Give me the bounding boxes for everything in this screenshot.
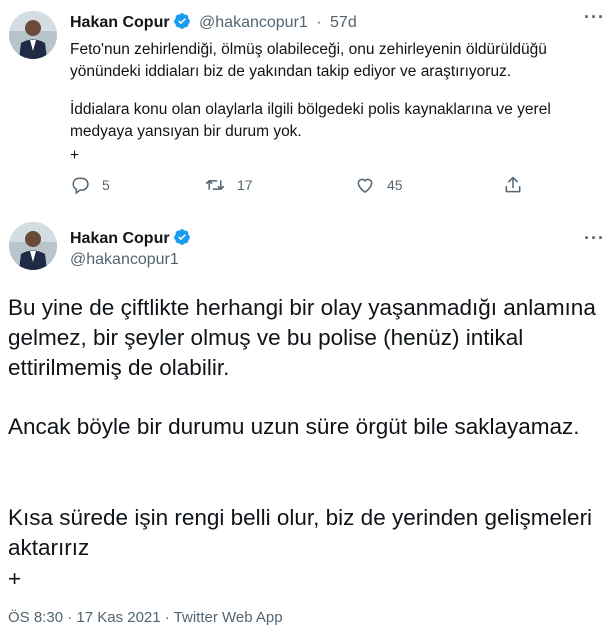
like-button[interactable]: 45 — [355, 175, 403, 195]
author-avatar[interactable] — [9, 11, 57, 59]
author-name[interactable]: Hakan Copur — [70, 230, 170, 247]
more-options-icon[interactable]: ··· — [584, 8, 605, 26]
separator-dot: · — [316, 14, 322, 31]
retweet-button[interactable]: 17 — [205, 175, 253, 195]
reply-count: 5 — [102, 177, 110, 193]
author-handle[interactable]: @hakancopur1 — [70, 251, 179, 269]
tweet-text-paragraph: Bu yine de çiftlikte herhangi bir olay y… — [8, 295, 596, 380]
author-avatar[interactable] — [9, 222, 57, 270]
verified-badge-icon — [173, 229, 190, 245]
share-icon — [505, 176, 521, 193]
tweet-text-paragraph: + — [70, 147, 80, 164]
tweet-actions: 5 17 45 — [70, 175, 530, 199]
heart-icon — [357, 178, 373, 193]
tweet-header: Hakan Copur — [70, 228, 191, 248]
reply-icon — [72, 177, 89, 195]
tweet-header: Hakan Copur @hakancopur1 · 57d — [70, 12, 357, 32]
tweet-text-paragraph: İddialara konu olan olaylarla ilgili böl… — [70, 101, 551, 140]
verified-badge-icon — [173, 13, 190, 29]
tweet-text-paragraph: Ancak böyle bir durumu uzun süre örgüt b… — [8, 414, 580, 439]
tweet-text-paragraph: Kısa sürede işin rengi belli olur, biz d… — [8, 505, 593, 560]
tweet-text-paragraph: + — [8, 566, 22, 591]
tweet-text-paragraph: Feto'nun zehirlendiği, ölmüş olabileceği… — [70, 41, 547, 80]
share-button[interactable] — [503, 175, 535, 195]
like-count: 45 — [387, 177, 403, 193]
retweet-icon — [205, 180, 225, 190]
author-name[interactable]: Hakan Copur — [70, 14, 170, 31]
tweet-time[interactable]: 57d — [330, 14, 357, 31]
tweet-timestamp[interactable]: ÖS 8:30 · 17 Kas 2021 · Twitter Web App — [8, 609, 283, 626]
author-handle[interactable]: @hakancopur1 — [199, 14, 308, 31]
reply-button[interactable]: 5 — [70, 175, 110, 195]
more-options-icon[interactable]: ··· — [584, 229, 605, 247]
retweet-count: 17 — [237, 177, 253, 193]
